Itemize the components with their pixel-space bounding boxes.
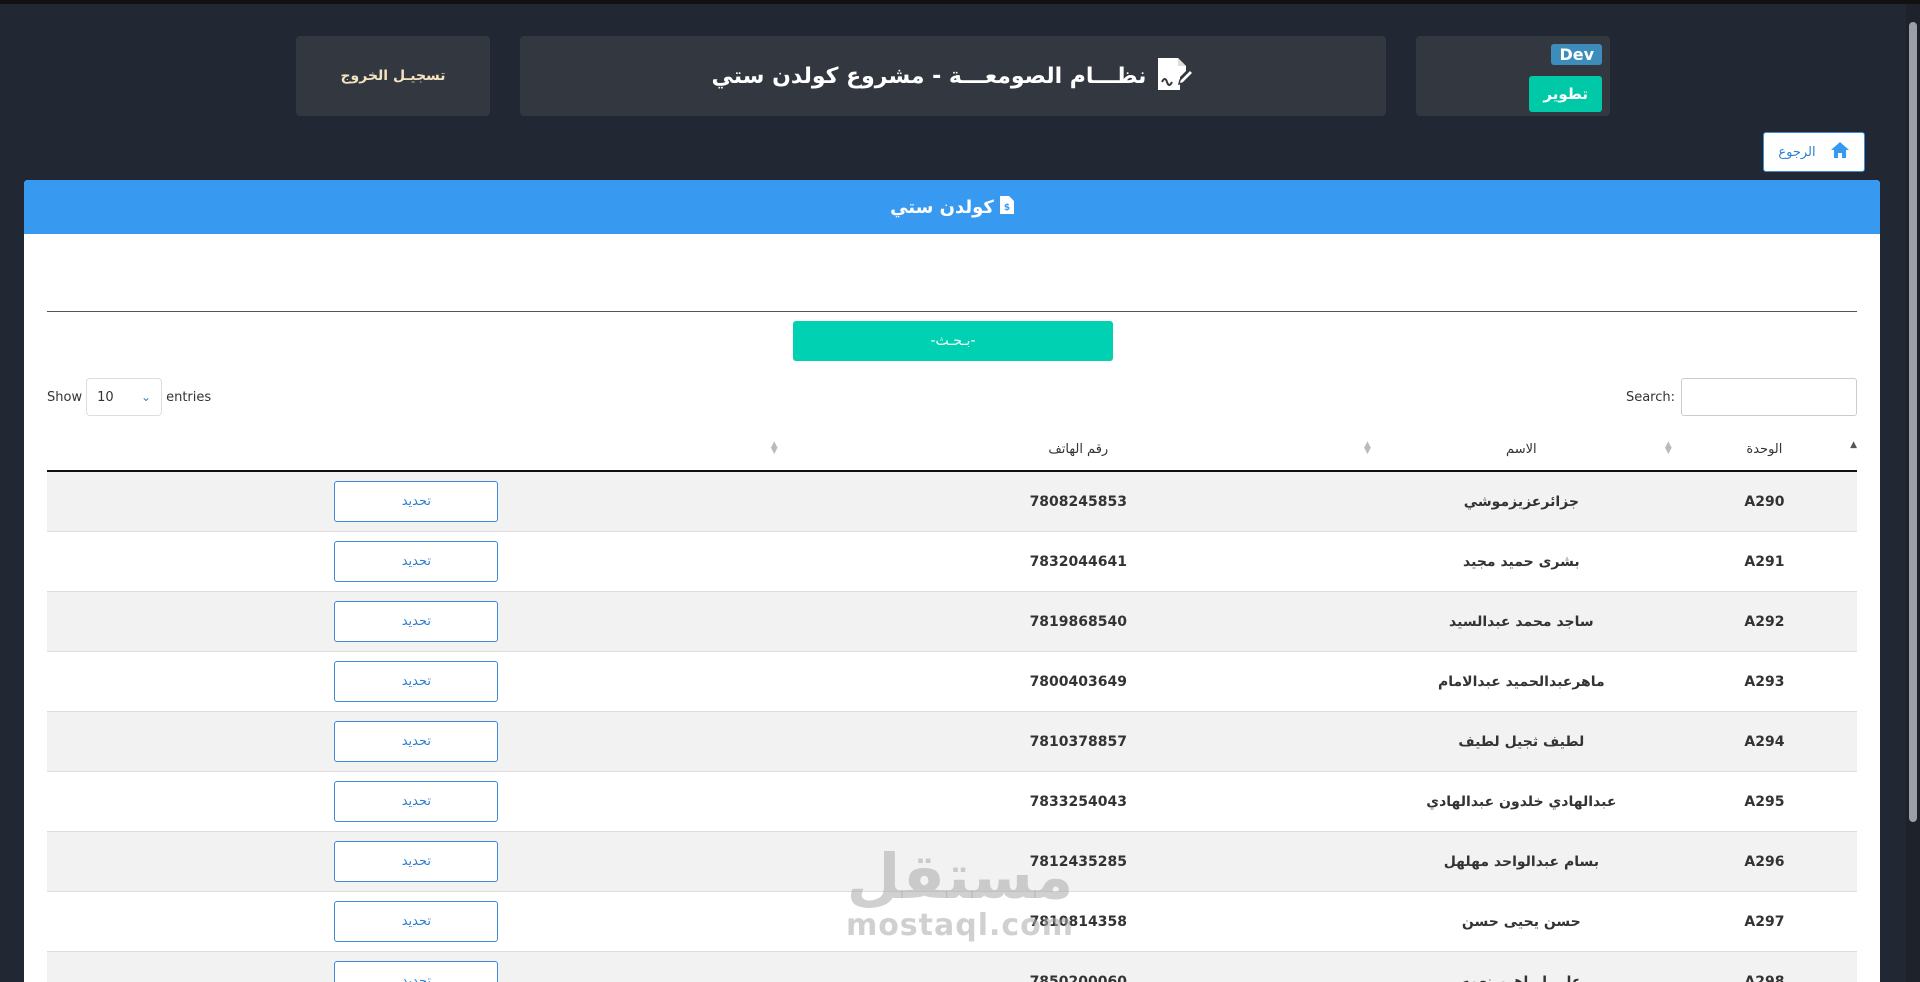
select-button[interactable]: تحديد: [334, 541, 499, 582]
action-cell: تحديد: [47, 891, 786, 952]
column-header-action[interactable]: ▲ ▼: [47, 428, 786, 472]
entries-label: entries: [166, 389, 212, 405]
name-cell: ماهرعبدالحميد عبدالامام: [1370, 651, 1672, 712]
table-row: تحديد 7800403649 ماهرعبدالحميد عبدالامام A2…: [47, 651, 1857, 712]
home-icon: [1830, 141, 1850, 163]
logout-link[interactable]: تسجيـل الخروج: [340, 68, 445, 84]
table-row: تحديد 7819868540 ساجد محمد عبدالسيد A292: [47, 591, 1857, 652]
page-size-select[interactable]: 10 ⌄: [86, 378, 163, 416]
panel-title: كولدن ستي: [890, 196, 994, 218]
scrollbar-thumb[interactable]: [1909, 22, 1917, 822]
top-border: [0, 0, 1920, 4]
table-row: تحديد 7808245853 جزائرعزيزموشي A290: [47, 470, 1857, 532]
name-cell: جزائرعزيزموشي: [1370, 470, 1672, 532]
unit-cell: A293: [1671, 651, 1857, 712]
column-header-unit[interactable]: الوحدة ▲: [1671, 428, 1857, 472]
dev-button[interactable]: تطوير: [1529, 76, 1602, 112]
page-size-control: Show 10 ⌄ entries: [47, 378, 211, 416]
sort-icon: ▲ ▼: [1363, 440, 1371, 456]
unit-cell: A294: [1671, 711, 1857, 772]
table-row: تحديد 7810378857 لطيف ثجيل لطيف A294: [47, 711, 1857, 772]
table-row: تحديد 7833254043 عبدالهادي خلدون عبدالهادي…: [47, 771, 1857, 832]
table-row: تحديد 7832044641 بشرى حميد مجيد A291: [47, 531, 1857, 592]
chevron-down-icon: ⌄: [141, 390, 152, 404]
phone-cell: 7808245853: [785, 470, 1371, 532]
column-header-name[interactable]: الاسم ▲ ▼: [1370, 428, 1672, 472]
phone-cell: 7819868540: [785, 591, 1371, 652]
action-cell: تحديد: [47, 651, 786, 712]
name-cell: عبدالهادي خلدون عبدالهادي: [1370, 771, 1672, 832]
table-header-row: ▲ ▼ رقم الهاتف ▲ ▼ الاسم ▲ ▼ الوحدة ▲: [47, 428, 1857, 472]
name-cell: علي ابراهيم نعمه: [1370, 951, 1672, 982]
panel-header: كولدن ستي $: [24, 180, 1880, 234]
action-cell: تحديد: [47, 771, 786, 832]
unit-cell: A292: [1671, 591, 1857, 652]
sort-asc-icon: ▲: [1850, 440, 1857, 450]
table-search: Search:: [1626, 378, 1857, 416]
search-button[interactable]: -بـحـث-: [793, 321, 1113, 361]
action-cell: تحديد: [47, 591, 786, 652]
app-title-box: نظـــام الصومعـــة - مشروع كولدن ستي: [520, 36, 1386, 116]
select-button[interactable]: تحديد: [334, 601, 499, 642]
select-button[interactable]: تحديد: [334, 661, 499, 702]
show-label: Show: [47, 389, 83, 405]
search-label: Search:: [1625, 389, 1675, 405]
page-size-value: 10: [97, 389, 114, 405]
unit-cell: A291: [1671, 531, 1857, 592]
file-signature-icon: [1156, 56, 1195, 96]
logout-box[interactable]: تسجيـل الخروج: [296, 36, 490, 116]
back-button[interactable]: الرجوع: [1763, 132, 1865, 172]
action-cell: تحديد: [47, 951, 786, 982]
unit-cell: A297: [1671, 891, 1857, 952]
select-button[interactable]: تحديد: [334, 841, 499, 882]
unit-cell: A295: [1671, 771, 1857, 832]
select-button[interactable]: تحديد: [334, 721, 499, 762]
back-button-label: الرجوع: [1778, 144, 1816, 160]
phone-cell: 7810378857: [785, 711, 1371, 772]
action-cell: تحديد: [47, 470, 786, 532]
dev-box: Dev تطوير: [1416, 36, 1610, 116]
name-cell: بشرى حميد مجيد: [1370, 531, 1672, 592]
name-cell: لطيف ثجيل لطيف: [1370, 711, 1672, 772]
name-cell: بسام عبدالواحد مهلهل: [1370, 831, 1672, 892]
dev-badge: Dev: [1551, 44, 1602, 65]
svg-text:$: $: [1004, 203, 1010, 213]
action-cell: تحديد: [47, 711, 786, 772]
select-button[interactable]: تحديد: [334, 781, 499, 822]
name-cell: حسن يحيى حسن: [1370, 891, 1672, 952]
unit-cell: A298: [1671, 951, 1857, 982]
unit-cell: A290: [1671, 470, 1857, 532]
action-cell: تحديد: [47, 831, 786, 892]
table-row: تحديد 7850200060 علي ابراهيم نعمه A298: [47, 951, 1857, 982]
divider: [47, 311, 1857, 312]
watermark-logo: مستقل mostaql.com: [845, 840, 1075, 944]
sort-icon: ▲ ▼: [770, 440, 778, 456]
select-button[interactable]: تحديد: [334, 961, 499, 982]
phone-cell: 7832044641: [785, 531, 1371, 592]
action-cell: تحديد: [47, 531, 786, 592]
column-header-phone[interactable]: رقم الهاتف ▲ ▼: [785, 428, 1371, 472]
app-title: نظـــام الصومعـــة - مشروع كولدن ستي: [711, 63, 1147, 89]
phone-cell: 7850200060: [785, 951, 1371, 982]
phone-cell: 7833254043: [785, 771, 1371, 832]
name-cell: ساجد محمد عبدالسيد: [1370, 591, 1672, 652]
file-invoice-icon: $: [999, 195, 1014, 219]
select-button[interactable]: تحديد: [334, 901, 499, 942]
unit-cell: A296: [1671, 831, 1857, 892]
vertical-scrollbar[interactable]: [1906, 4, 1920, 982]
search-input[interactable]: [1681, 378, 1857, 416]
sort-icon: ▲ ▼: [1664, 440, 1672, 456]
phone-cell: 7800403649: [785, 651, 1371, 712]
select-button[interactable]: تحديد: [334, 481, 499, 522]
